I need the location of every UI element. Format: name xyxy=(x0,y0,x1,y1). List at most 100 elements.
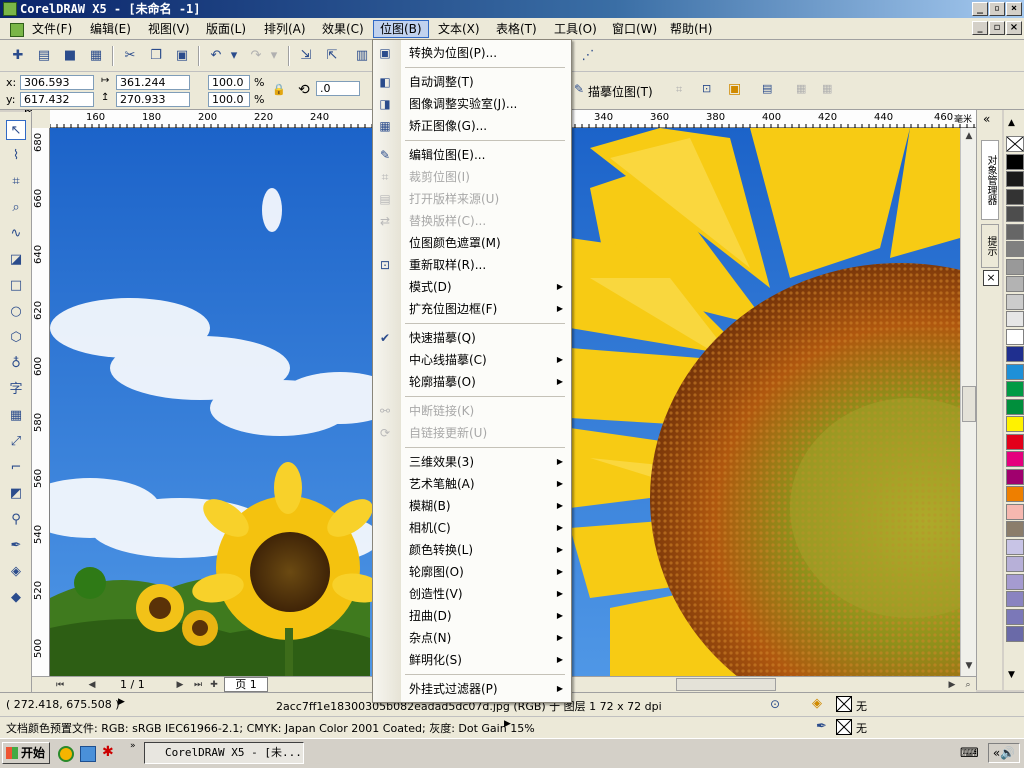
keyboard-tray-icon[interactable]: ⌨ xyxy=(960,746,979,761)
save-icon[interactable]: ■ xyxy=(60,46,80,66)
color-swatch[interactable] xyxy=(1006,346,1024,362)
menu-view[interactable]: 视图(V) xyxy=(142,20,196,38)
color-swatch[interactable] xyxy=(1006,556,1024,572)
interactive-fill-icon[interactable]: ◆ xyxy=(6,588,26,608)
menu-item-22[interactable]: 三维效果(3) ▶ xyxy=(373,451,571,473)
scale-y-input[interactable]: 100.0 xyxy=(208,92,250,107)
tray-expand-icon[interactable]: «🔊 xyxy=(988,743,1020,763)
height-input[interactable]: 270.933 mm xyxy=(116,92,190,119)
pick-tool-icon[interactable]: ↖ xyxy=(6,120,26,140)
open-icon[interactable]: ▤ xyxy=(34,46,54,66)
color-swatch[interactable] xyxy=(1006,433,1024,450)
menu-item-26[interactable]: 颜色转换(L) ▶ xyxy=(373,539,571,561)
ellipse-tool-icon[interactable]: ○ xyxy=(6,302,26,322)
menu-item-27[interactable]: 轮廓图(O) ▶ xyxy=(373,561,571,583)
export-icon[interactable]: ⇱ xyxy=(322,46,342,66)
color-swatch[interactable] xyxy=(1006,591,1024,607)
table-tool-icon[interactable]: ▦ xyxy=(6,406,26,426)
basic-shapes-icon[interactable]: ♁ xyxy=(6,354,26,374)
color-swatch[interactable] xyxy=(1006,503,1024,520)
dimension-tool-icon[interactable]: ⤢ xyxy=(6,432,26,452)
outline-none-swatch[interactable] xyxy=(836,719,852,735)
color-swatch[interactable] xyxy=(1006,486,1024,502)
menu-window[interactable]: 窗口(W) xyxy=(606,20,663,38)
quicklaunch-more-icon[interactable]: » xyxy=(130,741,136,751)
chrome-icon[interactable] xyxy=(58,746,74,762)
outline-pen-icon[interactable]: ✒ xyxy=(6,536,26,556)
ie-icon[interactable] xyxy=(80,746,96,762)
menu-table[interactable]: 表格(T) xyxy=(490,20,543,38)
minimize-button[interactable]: _ xyxy=(972,2,988,16)
trace-bitmap-button[interactable]: 描摹位图(T) xyxy=(588,83,653,100)
undo-icon[interactable]: ↶ xyxy=(206,46,226,66)
crop-tool-icon[interactable]: ⌗ xyxy=(6,172,26,192)
color-swatch[interactable] xyxy=(1006,451,1024,467)
coords-arrow-icon[interactable]: ▶ xyxy=(118,697,125,707)
color-swatch[interactable] xyxy=(1006,328,1024,345)
menu-item-25[interactable]: 相机(C) ▶ xyxy=(373,517,571,539)
color-swatch[interactable] xyxy=(1006,206,1024,222)
next-page-icon[interactable]: ▶ xyxy=(172,677,188,693)
menu-help[interactable]: 帮助(H) xyxy=(664,20,718,38)
hints-tab[interactable]: 提示 xyxy=(981,224,999,268)
freehand-tool-icon[interactable]: ∿ xyxy=(6,224,26,244)
color-swatch[interactable] xyxy=(1006,153,1024,170)
menu-item-33[interactable]: 外挂式过滤器(P) ▶ xyxy=(373,678,571,700)
color-swatch[interactable] xyxy=(1006,258,1024,275)
scroll-down-icon[interactable]: ▼ xyxy=(961,658,977,674)
menu-item-4[interactable]: ▦ 矫正图像(G)... xyxy=(373,115,571,137)
color-swatch[interactable] xyxy=(1006,608,1024,625)
menu-item-24[interactable]: 模糊(B) ▶ xyxy=(373,495,571,517)
menu-bitmaps[interactable]: 位图(B) xyxy=(373,20,429,38)
menu-tools[interactable]: 工具(O) xyxy=(548,20,603,38)
menu-item-16[interactable]: 中心线描摹(C) ▶ xyxy=(373,349,571,371)
menu-item-0[interactable]: ▣ 转换为位图(P)... xyxy=(373,42,571,64)
menu-arrange[interactable]: 排列(A) xyxy=(258,20,312,38)
vertical-scroll-thumb[interactable] xyxy=(962,386,976,422)
import-icon[interactable]: ⇲ xyxy=(296,46,316,66)
menu-item-12[interactable]: 模式(D) ▶ xyxy=(373,276,571,298)
color-swatch[interactable] xyxy=(1006,188,1024,205)
paste-icon[interactable]: ▣ xyxy=(172,46,192,66)
docker-collapse-icon[interactable]: « xyxy=(983,112,990,126)
lock-ratio-icon[interactable]: 🔒 xyxy=(272,83,286,96)
app-launcher-icon[interactable]: ▥ xyxy=(352,46,372,66)
menu-item-31[interactable]: 鲜明化(S) ▶ xyxy=(373,649,571,671)
connector-tool-icon[interactable]: ⌐ xyxy=(6,458,26,478)
redo-dropdown-icon[interactable]: ▾ xyxy=(268,46,280,66)
menu-item-17[interactable]: 轮廓描摹(O) ▶ xyxy=(373,371,571,393)
bitmap-mask-icon[interactable]: ▣ xyxy=(728,81,741,97)
scroll-right-icon[interactable]: ▶ xyxy=(944,677,960,693)
x-position-input[interactable]: 306.593 mm xyxy=(20,75,94,102)
no-color-swatch[interactable] xyxy=(1006,136,1024,152)
fill-none-swatch[interactable] xyxy=(836,696,852,712)
color-swatch[interactable] xyxy=(1006,293,1024,310)
menu-item-13[interactable]: 扩充位图边框(F) ▶ xyxy=(373,298,571,320)
navigator-icon[interactable]: ⌕ xyxy=(960,677,976,693)
menu-item-23[interactable]: 艺术笔触(A) ▶ xyxy=(373,473,571,495)
color-swatch[interactable] xyxy=(1006,276,1024,292)
y-position-input[interactable]: 617.432 mm xyxy=(20,92,94,119)
object-manager-tab[interactable]: 对象管理器 xyxy=(981,140,999,220)
rectangle-tool-icon[interactable]: □ xyxy=(6,276,26,296)
interactive-blend-icon[interactable]: ◩ xyxy=(6,484,26,504)
undo-dropdown-icon[interactable]: ▾ xyxy=(228,46,240,66)
redo-icon[interactable]: ↷ xyxy=(246,46,266,66)
color-swatch[interactable] xyxy=(1006,171,1024,187)
prev-page-icon[interactable]: ◀ xyxy=(84,677,100,693)
menu-item-29[interactable]: 扭曲(D) ▶ xyxy=(373,605,571,627)
color-swatch[interactable] xyxy=(1006,626,1024,642)
menu-item-6[interactable]: ✎ 编辑位图(E)... xyxy=(373,144,571,166)
color-swatch[interactable] xyxy=(1006,538,1024,555)
to-front-icon[interactable]: ▦ xyxy=(796,82,806,95)
color-swatch[interactable] xyxy=(1006,381,1024,397)
scroll-up-icon[interactable]: ▲ xyxy=(961,128,977,144)
maximize-button[interactable]: ▫ xyxy=(989,2,1005,16)
ruler-origin[interactable] xyxy=(32,110,50,128)
fill-tool-icon[interactable]: ◈ xyxy=(6,562,26,582)
smart-fill-icon[interactable]: ◪ xyxy=(6,250,26,270)
polygon-tool-icon[interactable]: ⬡ xyxy=(6,328,26,348)
rotation-input[interactable]: .0 xyxy=(316,81,360,96)
menu-text[interactable]: 文本(X) xyxy=(432,20,486,38)
wrap-text-icon[interactable]: ▤ xyxy=(762,82,772,95)
